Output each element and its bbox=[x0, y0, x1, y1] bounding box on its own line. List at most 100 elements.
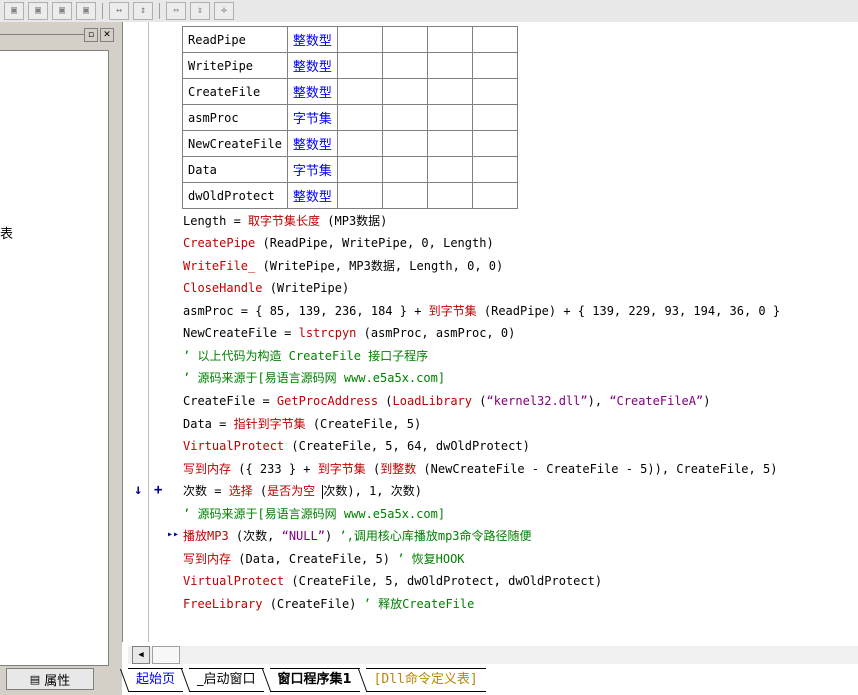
code-line[interactable]: FreeLibrary (CreateFile) ’ 释放CreateFile bbox=[183, 593, 474, 615]
code-comment-line[interactable]: ’ 以上代码为构造 CreateFile 接口子程序 bbox=[183, 345, 428, 367]
table-row[interactable]: asmProc 字节集 bbox=[182, 104, 518, 131]
code-text: NewCreateFile = bbox=[183, 326, 299, 340]
table-cell[interactable] bbox=[471, 182, 518, 209]
align-left-icon[interactable]: ▣ bbox=[4, 1, 24, 20]
code-function: WriteFile_ bbox=[183, 259, 256, 273]
table-cell[interactable] bbox=[471, 52, 518, 79]
code-args: (Data, CreateFile, 5) bbox=[231, 552, 398, 566]
code-line[interactable]: 写到内存 ({ 233 } + 到字节集 (到整数 (NewCreateFile… bbox=[183, 458, 777, 480]
properties-tab[interactable]: ▤ 属性 bbox=[6, 668, 94, 690]
table-cell[interactable] bbox=[381, 26, 428, 53]
scroll-thumb[interactable] bbox=[152, 646, 180, 664]
table-cell[interactable] bbox=[381, 182, 428, 209]
code-function: 选择 bbox=[228, 484, 253, 498]
code-line[interactable]: VirtualProtect (CreateFile, 5, dwOldProt… bbox=[183, 570, 602, 592]
code-args: (ReadPipe) + { 139, 229, 93, 194, 36, 0 … bbox=[476, 304, 781, 318]
code-line[interactable]: Length = 取字节集长度 (MP3数据) bbox=[183, 210, 387, 232]
code-line[interactable]: 次数 = 选择 (是否为空 次数), 1, 次数) bbox=[183, 480, 422, 502]
close-icon[interactable]: ✕ bbox=[100, 28, 114, 42]
table-cell[interactable] bbox=[471, 78, 518, 105]
var-type: 字节集 bbox=[286, 156, 338, 183]
table-cell[interactable] bbox=[336, 26, 383, 53]
code-line[interactable]: CreatePipe (ReadPipe, WritePipe, 0, Leng… bbox=[183, 232, 494, 254]
code-args: (asmProc, asmProc, 0) bbox=[356, 326, 516, 340]
same-height-icon[interactable]: ⇕ bbox=[190, 1, 210, 20]
width-icon[interactable]: ↔ bbox=[109, 1, 129, 20]
table-cell[interactable] bbox=[381, 52, 428, 79]
same-width-icon[interactable]: ⇔ bbox=[166, 1, 186, 20]
table-row[interactable]: ReadPipe 整数型 bbox=[182, 26, 518, 53]
code-text: asmProc = { 85, 139, 236, 184 } + bbox=[183, 304, 429, 318]
code-line[interactable]: asmProc = { 85, 139, 236, 184 } + 到字节集 (… bbox=[183, 300, 780, 322]
code-function: CreatePipe bbox=[183, 236, 256, 250]
table-row[interactable]: dwOldProtect 整数型 bbox=[182, 182, 518, 209]
restore-icon[interactable]: ▫ bbox=[84, 28, 98, 42]
code-comment-line[interactable]: ’ 源码来源于[易语言源码网 www.e5a5x.com] bbox=[183, 367, 445, 389]
code-function: 取字节集长度 bbox=[248, 214, 321, 228]
align-justify-icon[interactable]: ▣ bbox=[76, 1, 96, 20]
tab-window-assembly-1[interactable]: 窗口程序集1 bbox=[269, 668, 360, 692]
table-cell[interactable] bbox=[336, 52, 383, 79]
align-center-icon[interactable]: ▣ bbox=[28, 1, 48, 20]
horizontal-scrollbar[interactable]: ◀ bbox=[128, 646, 858, 664]
play-marker-icon[interactable]: ▸▸ bbox=[167, 529, 179, 540]
code-line[interactable]: 写到内存 (Data, CreateFile, 5) ’ 恢复HOOK bbox=[183, 548, 465, 570]
table-cell[interactable] bbox=[426, 130, 473, 157]
arrow-down-icon[interactable]: ↓ bbox=[134, 482, 142, 498]
scroll-left-icon[interactable]: ◀ bbox=[132, 646, 150, 664]
table-row[interactable]: WritePipe 整数型 bbox=[182, 52, 518, 79]
table-cell[interactable] bbox=[471, 104, 518, 131]
code-line[interactable]: NewCreateFile = lstrcpyn (asmProc, asmPr… bbox=[183, 322, 515, 344]
center-icon[interactable]: ✛ bbox=[214, 1, 234, 20]
table-cell[interactable] bbox=[336, 104, 383, 131]
panel-content[interactable]: 表 bbox=[0, 50, 109, 666]
align-right-icon[interactable]: ▣ bbox=[52, 1, 72, 20]
table-cell[interactable] bbox=[426, 78, 473, 105]
code-line[interactable]: Data = 指针到字节集 (CreateFile, 5) bbox=[183, 413, 421, 435]
table-row[interactable]: NewCreateFile 整数型 bbox=[182, 130, 518, 157]
table-cell[interactable] bbox=[381, 156, 428, 183]
table-cell[interactable] bbox=[426, 182, 473, 209]
toolbar-alignment-group: ▣ ▣ ▣ ▣ ↔ ↕ ⇔ ⇕ ✛ bbox=[2, 0, 236, 21]
table-cell[interactable] bbox=[381, 104, 428, 131]
var-name: ReadPipe bbox=[182, 26, 288, 53]
panel-title-bar: ▫ ✕ bbox=[0, 27, 118, 43]
table-row[interactable]: CreateFile 整数型 bbox=[182, 78, 518, 105]
code-line[interactable]: WriteFile_ (WritePipe, MP3数据, Length, 0,… bbox=[183, 255, 503, 277]
editor-gutter bbox=[123, 22, 149, 642]
code-function: 是否为空 bbox=[267, 484, 316, 498]
table-cell[interactable] bbox=[336, 182, 383, 209]
height-icon[interactable]: ↕ bbox=[133, 1, 153, 20]
code-text: Data = bbox=[183, 417, 234, 431]
table-cell[interactable] bbox=[471, 26, 518, 53]
code-line[interactable]: CloseHandle (WritePipe) bbox=[183, 277, 349, 299]
code-line[interactable]: CreateFile = GetProcAddress (LoadLibrary… bbox=[183, 390, 710, 412]
code-comment-line[interactable]: ’ 源码来源于[易语言源码网 www.e5a5x.com] bbox=[183, 503, 445, 525]
table-row[interactable]: Data 字节集 bbox=[182, 156, 518, 183]
table-cell[interactable] bbox=[336, 156, 383, 183]
table-cell[interactable] bbox=[381, 130, 428, 157]
table-cell[interactable] bbox=[336, 78, 383, 105]
code-line[interactable]: 播放MP3 (次数, “NULL”) ’,调用核心库播放mp3命令路径随便 bbox=[183, 525, 532, 547]
code-function: GetProcAddress bbox=[276, 394, 379, 408]
tab-dll-command-table[interactable]: [Dll命令定义表] bbox=[365, 668, 486, 692]
code-text: Length = bbox=[183, 214, 249, 228]
table-cell[interactable] bbox=[336, 130, 383, 157]
table-cell[interactable] bbox=[426, 104, 473, 131]
table-cell[interactable] bbox=[471, 130, 518, 157]
table-cell[interactable] bbox=[381, 78, 428, 105]
code-text: (次数, bbox=[228, 529, 282, 543]
code-function: 写到内存 bbox=[183, 552, 232, 566]
code-function: 到字节集 bbox=[317, 462, 366, 476]
tab-startup-window[interactable]: _启动窗口 bbox=[189, 668, 264, 692]
code-editor[interactable]: ReadPipe 整数型 WritePipe 整数型 CreateFile 整数型 a… bbox=[122, 22, 858, 642]
plus-icon[interactable]: + bbox=[154, 482, 162, 498]
table-cell[interactable] bbox=[426, 52, 473, 79]
table-cell[interactable] bbox=[426, 156, 473, 183]
tab-start-page[interactable]: 起始页 bbox=[128, 668, 184, 692]
table-cell[interactable] bbox=[471, 156, 518, 183]
code-line[interactable]: VirtualProtect (CreateFile, 5, 64, dwOld… bbox=[183, 435, 530, 457]
table-cell[interactable] bbox=[426, 26, 473, 53]
var-type: 整数型 bbox=[286, 78, 338, 105]
code-args: (WritePipe, MP3数据, Length, 0, 0) bbox=[255, 259, 504, 273]
